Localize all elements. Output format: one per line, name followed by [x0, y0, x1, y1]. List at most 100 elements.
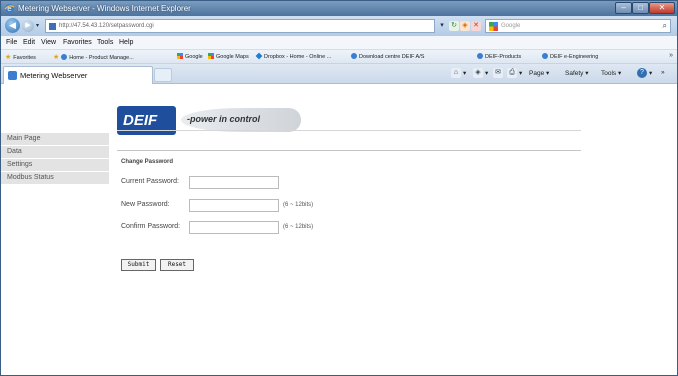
favorites-label: Favorites: [13, 55, 36, 61]
google-maps-icon: [208, 53, 214, 59]
confirm-password-label: Confirm Password:: [121, 223, 181, 230]
forward-button[interactable]: ▶: [22, 20, 34, 32]
favorite-link-google[interactable]: Google: [177, 53, 203, 60]
favorite-label: Google: [185, 54, 203, 60]
nav-item-data[interactable]: Data: [1, 146, 109, 158]
url-input[interactable]: http://47.54.43.120/setpassword.cgi: [45, 19, 435, 33]
ie-page-icon: [61, 54, 68, 60]
favorites-button[interactable]: ★ Favorites: [5, 53, 36, 61]
confirm-password-input[interactable]: [189, 221, 279, 234]
favorite-label: Home - Product Manage...: [69, 55, 134, 61]
print-icon[interactable]: ⎙: [507, 68, 517, 78]
address-bar: ◀ ▶ ▾ http://47.54.43.120/setpassword.cg…: [1, 16, 677, 36]
svg-text:e: e: [7, 5, 11, 13]
close-button[interactable]: ✕: [649, 2, 675, 14]
search-placeholder: Google: [501, 23, 521, 29]
reset-button[interactable]: Reset: [160, 259, 194, 271]
maximize-button[interactable]: □: [632, 2, 649, 14]
ie-page-icon: [542, 53, 548, 59]
header-divider: [117, 130, 581, 131]
ie-page-icon: [351, 53, 357, 59]
history-dropdown-icon[interactable]: ▾: [36, 22, 39, 29]
add-favorite-icon: ★: [53, 54, 60, 61]
favorite-link-google-maps[interactable]: Google Maps: [208, 53, 249, 60]
favorite-link-deif-engineering[interactable]: DEIF e-Engineering: [542, 53, 598, 60]
page-menu[interactable]: Page ▾: [529, 69, 549, 77]
favorite-link-dropbox[interactable]: Dropbox - Home - Online ...: [255, 52, 332, 60]
menu-help[interactable]: Help: [119, 39, 133, 46]
chevron-down-icon: ▾: [546, 70, 550, 77]
print-dropdown-icon[interactable]: ▾: [519, 69, 522, 77]
help-dropdown-icon[interactable]: ▾: [649, 69, 652, 77]
tab-favicon-icon: [8, 71, 17, 80]
refresh-icon[interactable]: ↻: [449, 21, 459, 31]
home-dropdown-icon[interactable]: ▾: [463, 69, 466, 77]
search-input[interactable]: Google ⌕: [485, 19, 671, 33]
favorite-label: Google Maps: [216, 54, 249, 60]
home-icon[interactable]: ⌂: [451, 68, 461, 78]
logo-brand: DEIF: [123, 112, 158, 129]
more-favorites-icon[interactable]: »: [669, 52, 673, 59]
favorite-link-deif-products[interactable]: DEIF-Products: [477, 53, 521, 60]
rss-feed-icon[interactable]: ◈: [460, 21, 470, 31]
current-password-input[interactable]: [189, 176, 279, 189]
form-divider: [117, 150, 581, 151]
chevron-down-icon: ▾: [618, 70, 622, 77]
nav-item-settings[interactable]: Settings: [1, 159, 109, 171]
address-dropdown-icon[interactable]: ▾: [437, 21, 447, 31]
favorites-bar: ★ Favorites ★ Home - Product Manage... Goo…: [1, 50, 677, 64]
new-password-input[interactable]: [189, 199, 279, 212]
google-icon: [177, 53, 183, 59]
web-page: DEIF -power in control Main Page Data Se…: [1, 85, 677, 375]
feeds-icon[interactable]: ◈: [473, 68, 483, 78]
title-bar: e Metering Webserver - Windows Internet …: [1, 1, 677, 16]
nav-item-main-page[interactable]: Main Page: [1, 133, 109, 145]
page-favicon-icon: [49, 23, 56, 30]
favorite-link-download-centre[interactable]: Download centre DEIF A/S: [351, 53, 424, 60]
menu-view[interactable]: View: [41, 39, 56, 46]
tools-menu-label: Tools: [601, 70, 617, 77]
safety-menu[interactable]: Safety ▾: [565, 69, 589, 77]
tab-bar: Metering Webserver ⌂ ▾ ◈ ▾ ✉ ⎙ ▾ Page ▾ …: [1, 64, 677, 84]
stop-icon[interactable]: ✕: [471, 21, 481, 31]
favorite-label: DEIF e-Engineering: [550, 54, 599, 60]
new-password-label: New Password:: [121, 201, 170, 208]
tab-label: Metering Webserver: [20, 71, 88, 80]
safety-menu-label: Safety: [565, 70, 584, 77]
browser-window: e Metering Webserver - Windows Internet …: [0, 0, 678, 376]
dropbox-icon: [255, 52, 263, 60]
chevron-down-icon: ▾: [585, 70, 589, 77]
new-password-hint: (6 ~ 12bits): [283, 202, 314, 208]
menu-bar: File Edit View Favorites Tools Help: [1, 36, 677, 50]
tab-metering-webserver[interactable]: Metering Webserver: [3, 66, 153, 84]
window-title: Metering Webserver - Windows Internet Ex…: [18, 4, 191, 13]
minimize-button[interactable]: –: [615, 2, 632, 14]
form-title: Change Password: [121, 159, 174, 165]
current-password-label: Current Password:: [121, 178, 179, 185]
menu-file[interactable]: File: [6, 39, 17, 46]
favorite-label: Dropbox - Home - Online ...: [264, 54, 332, 60]
new-tab-button[interactable]: [154, 68, 172, 82]
confirm-password-hint: (6 ~ 12bits): [283, 224, 314, 230]
more-commands-icon[interactable]: »: [661, 69, 665, 76]
favorite-label: DEIF-Products: [485, 54, 522, 60]
tools-menu[interactable]: Tools ▾: [601, 69, 621, 77]
internet-explorer-icon: e: [4, 4, 15, 13]
logo-tagline: -power in control: [187, 114, 260, 124]
nav-item-modbus-status[interactable]: Modbus Status: [1, 172, 109, 184]
favorite-link-product-manage[interactable]: ★ Home - Product Manage...: [53, 53, 134, 61]
menu-favorites[interactable]: Favorites: [63, 39, 92, 46]
url-text: http://47.54.43.120/setpassword.cgi: [59, 23, 154, 29]
menu-tools[interactable]: Tools: [97, 39, 113, 46]
ie-page-icon: [477, 53, 483, 59]
favorite-label: Download centre DEIF A/S: [359, 54, 425, 60]
menu-edit[interactable]: Edit: [23, 39, 35, 46]
star-icon: ★: [5, 54, 12, 61]
feeds-dropdown-icon[interactable]: ▾: [485, 69, 488, 77]
help-icon[interactable]: ?: [637, 68, 647, 78]
submit-button[interactable]: Submit: [121, 259, 156, 271]
mail-icon[interactable]: ✉: [493, 68, 503, 78]
page-menu-label: Page: [529, 70, 545, 77]
back-button[interactable]: ◀: [5, 18, 20, 33]
search-icon[interactable]: ⌕: [663, 21, 667, 31]
